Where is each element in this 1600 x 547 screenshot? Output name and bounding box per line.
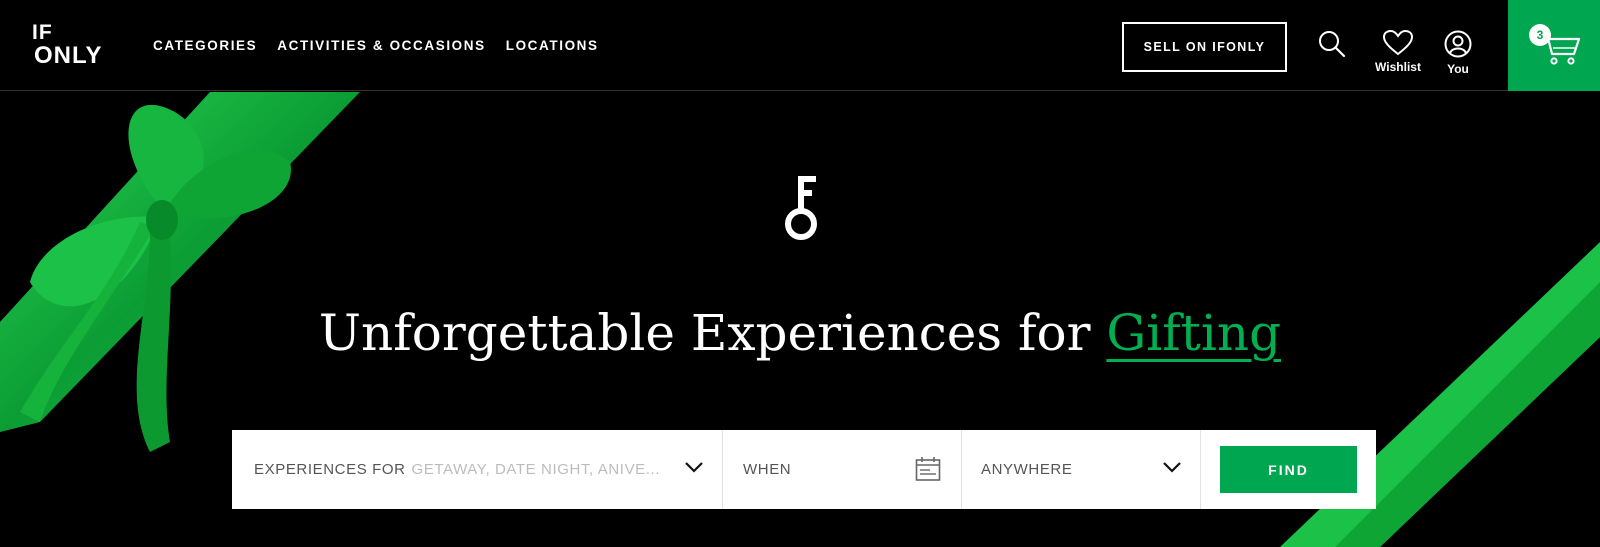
user-icon <box>1444 30 1472 58</box>
ifonly-key-icon <box>785 176 817 240</box>
search-icon <box>1319 31 1346 58</box>
headline-main-text: Unforgettable Experiences for <box>318 304 1107 362</box>
chevron-down-icon <box>1163 462 1181 473</box>
location-dropdown[interactable]: ANYWHERE <box>962 430 1201 509</box>
calendar-icon <box>915 457 941 481</box>
cart-count-badge: 3 <box>1529 24 1551 46</box>
nav-link-activities-occasions[interactable]: ACTIVITIES & OCCASIONS <box>277 38 485 53</box>
headline-accent-link[interactable]: Gifting <box>1106 304 1281 362</box>
top-nav: IF ONLY CATEGORIES ACTIVITIES & OCCASION… <box>0 0 1600 91</box>
sell-on-ifonly-button[interactable]: SELL ON IFONLY <box>1122 22 1287 72</box>
logo-line-2: ONLY <box>34 42 103 69</box>
cart-button[interactable]: 3 <box>1508 0 1600 91</box>
nav-link-locations[interactable]: LOCATIONS <box>506 38 599 53</box>
hero-banner: Unforgettable Experiences for Gifting EX… <box>0 92 1600 547</box>
wishlist-label: Wishlist <box>1375 60 1421 74</box>
experiences-for-label: EXPERIENCES FOR <box>254 461 406 478</box>
ifonly-logo[interactable]: IF ONLY <box>32 22 122 70</box>
experiences-for-placeholder: GETAWAY, DATE NIGHT, ANIVE... <box>411 461 661 478</box>
logo-line-1: IF <box>32 21 53 44</box>
hero-headline: Unforgettable Experiences for Gifting <box>0 304 1600 362</box>
wishlist-button[interactable]: Wishlist <box>1370 30 1426 74</box>
chevron-down-icon <box>685 462 703 473</box>
main-nav-links: CATEGORIES ACTIVITIES & OCCASIONS LOCATI… <box>153 38 599 53</box>
heart-icon <box>1383 30 1413 56</box>
when-date-picker[interactable]: WHEN <box>723 430 962 509</box>
nav-link-categories[interactable]: CATEGORIES <box>153 38 257 53</box>
find-button[interactable]: FIND <box>1220 446 1357 493</box>
search-button[interactable] <box>1318 30 1346 58</box>
location-label: ANYWHERE <box>981 461 1073 478</box>
find-button-cell: FIND <box>1201 430 1376 509</box>
experiences-for-dropdown[interactable]: EXPERIENCES FOR GETAWAY, DATE NIGHT, ANI… <box>232 430 723 509</box>
you-label: You <box>1447 62 1469 76</box>
experience-search-bar: EXPERIENCES FOR GETAWAY, DATE NIGHT, ANI… <box>232 430 1376 509</box>
when-label: WHEN <box>743 461 792 478</box>
account-button[interactable]: You <box>1440 30 1476 76</box>
